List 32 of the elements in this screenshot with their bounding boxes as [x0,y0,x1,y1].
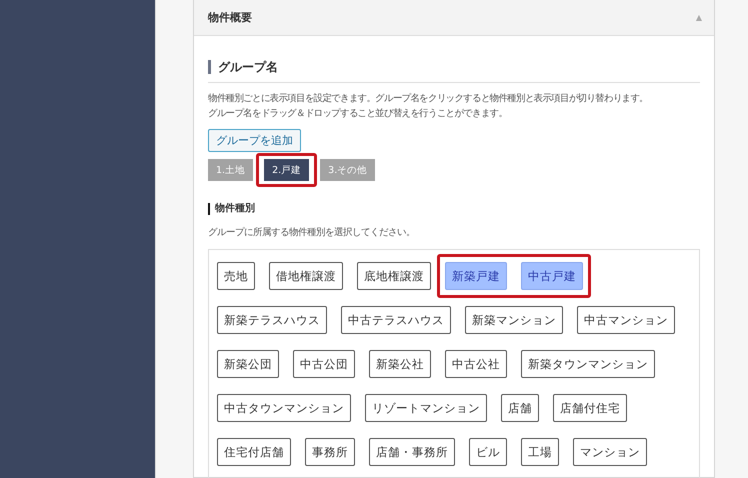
description-line: 物件種別ごとに表示項目を設定できます。グループ名をクリックすると物件種別と表示項目が切り替わります。 [208,92,650,106]
property-type-chip[interactable]: 借地権譲渡 [269,262,343,290]
property-type-chip[interactable]: 事務所 [305,438,355,466]
panel-title: 物件概要 [208,10,252,25]
add-group-button[interactable]: グループを追加 [208,129,301,152]
property-type-chip[interactable]: 売地 [217,262,255,290]
section-heading: 物件種別 [208,203,700,215]
property-type-chip[interactable]: 新築マンション [465,306,563,334]
property-type-chip[interactable]: 店舗・事務所 [369,438,455,466]
property-type-chip[interactable]: 新築戸建 [445,262,507,290]
property-type-chip[interactable]: リゾートマンション [365,394,487,422]
section-heading: グループ名 [208,60,700,74]
property-type-chip[interactable]: 工場 [521,438,559,466]
description-text: グループに所属する物件種別を選択してください。 [208,226,416,239]
property-type-chip[interactable]: 中古公団 [293,350,355,378]
property-type-chip[interactable]: 新築公社 [369,350,431,378]
property-type-chip[interactable]: 中古マンション [577,306,675,334]
property-type-chip[interactable]: 店舗付住宅 [553,394,627,422]
property-type-chip[interactable]: 店舗 [501,394,539,422]
property-type-chip[interactable]: 新築タウンマンション [521,350,655,378]
property-type-chip[interactable]: 住宅付店舗 [217,438,291,466]
property-type-chip[interactable]: ビル [469,438,507,466]
property-type-chip[interactable]: 中古公社 [445,350,507,378]
property-type-chip[interactable]: 中古タウンマンション [217,394,351,422]
group-tab[interactable]: 2.戸建 [264,159,310,181]
property-type-chip[interactable]: 中古テラスハウス [341,306,451,334]
property-type-chip[interactable]: 中古戸建 [521,262,583,290]
description-line: グループ名をドラッグ＆ドロップすること並び替えを行うことができます。 [208,107,508,121]
property-type-chip[interactable]: 新築テラスハウス [217,306,327,334]
property-type-chip[interactable]: マンション [573,438,647,466]
property-type-chip[interactable]: 新築公団 [217,350,279,378]
property-type-chip[interactable]: 底地権譲渡 [357,262,431,290]
